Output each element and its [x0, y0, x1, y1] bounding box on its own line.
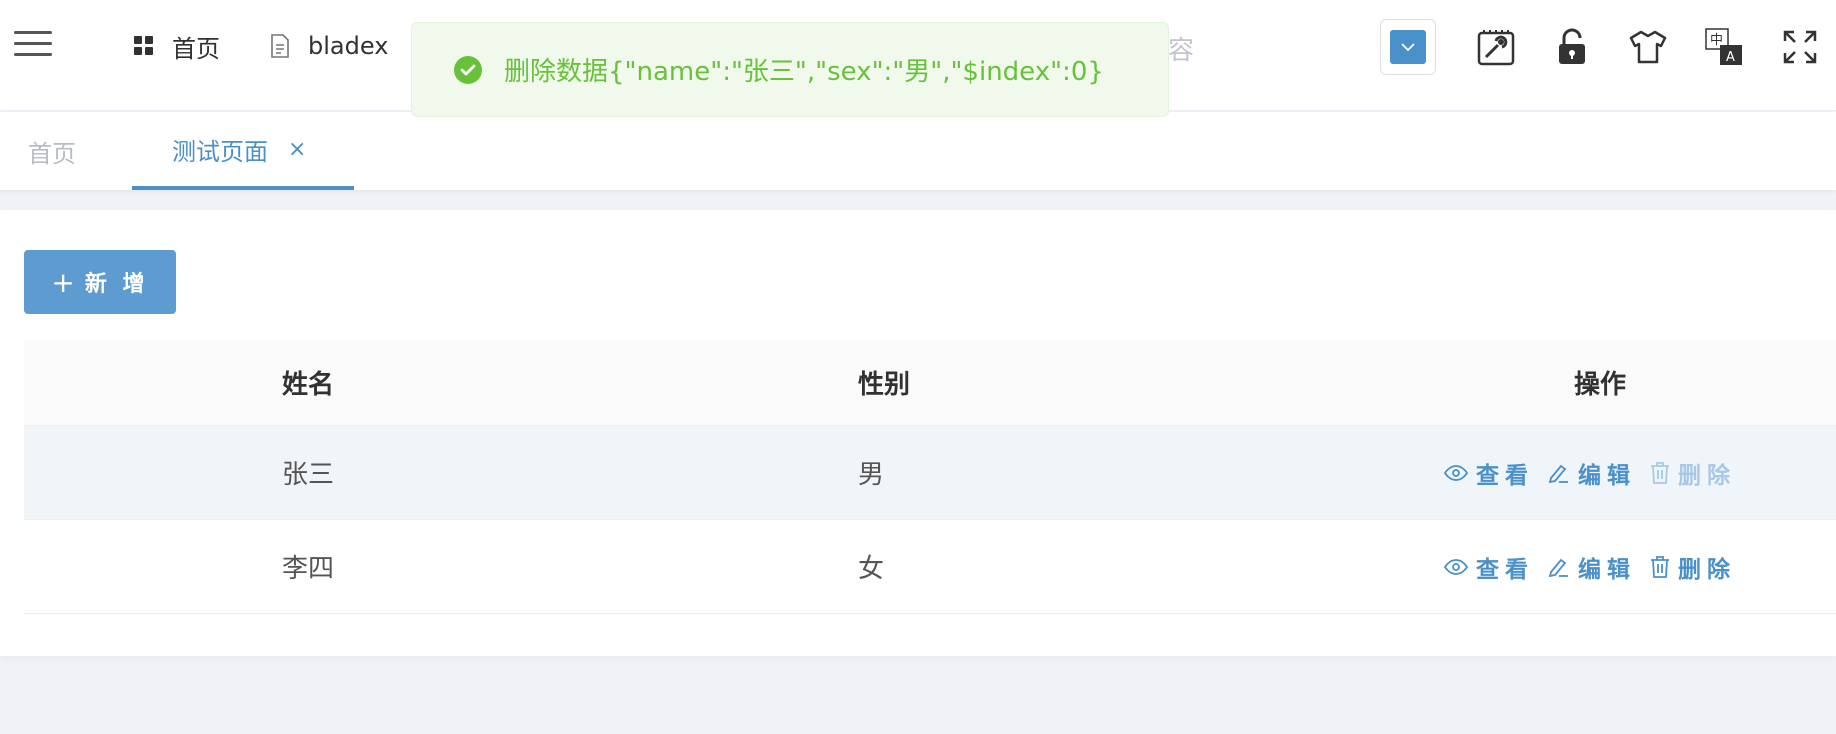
data-table: 姓名 性别 操作 张三 男 查看 编辑 删除 李四 女 查看 编辑 删除	[24, 340, 1836, 614]
lock-icon[interactable]	[1550, 25, 1594, 69]
grid-icon	[134, 36, 154, 56]
chevron-down-icon	[1401, 43, 1415, 52]
cell-name: 张三	[282, 460, 335, 490]
delete-button[interactable]: 删除	[1650, 456, 1736, 490]
delete-label: 删除	[1678, 462, 1736, 489]
close-icon[interactable]: ×	[288, 137, 306, 162]
top-menu-item-bladex[interactable]: bladex	[270, 32, 388, 60]
document-icon	[270, 34, 290, 58]
theme-color-picker[interactable]	[1380, 19, 1436, 75]
row-actions: 查看 编辑 删除	[1444, 426, 1750, 519]
trash-icon	[1650, 555, 1670, 578]
column-header-name: 姓名	[282, 370, 335, 400]
delete-label: 删除	[1678, 556, 1736, 583]
cell-sex: 女	[858, 554, 885, 584]
svg-text:A: A	[1726, 50, 1735, 65]
table-row: 李四 女 查看 编辑 删除	[24, 520, 1836, 614]
success-message-toast: 删除数据{"name":"张三","sex":"男","$index":0}	[411, 22, 1169, 117]
check-circle-icon	[454, 55, 482, 84]
trash-icon	[1650, 461, 1670, 484]
top-menu-label: bladex	[308, 32, 389, 60]
view-label: 查看	[1476, 462, 1534, 489]
content-card: + 新 增 姓名 性别 操作 张三 男 查看 编辑 删除 李四 女 查看 编辑 …	[0, 210, 1836, 656]
add-button[interactable]: + 新 增	[24, 250, 176, 314]
cell-name: 李四	[282, 554, 335, 584]
column-header-sex: 性别	[858, 370, 911, 400]
toast-message: 删除数据{"name":"张三","sex":"男","$index":0}	[504, 57, 1104, 87]
theme-shirt-icon[interactable]	[1626, 25, 1670, 69]
tab-label: 测试页面	[172, 137, 268, 166]
top-menu-label: 首页	[172, 34, 220, 63]
top-menu: 首页 bladex	[134, 24, 438, 68]
eye-icon	[1444, 464, 1468, 481]
lock-screen-icon[interactable]	[1474, 25, 1518, 69]
tab-label: 首页	[28, 139, 76, 168]
add-button-label: 新 增	[84, 272, 149, 297]
table-header: 姓名 性别 操作	[24, 340, 1836, 426]
edit-button[interactable]: 编辑	[1548, 456, 1636, 490]
pencil-icon	[1548, 462, 1570, 484]
tab-test-page[interactable]: 测试页面 ×	[132, 112, 354, 190]
page-tabs: 首页 测试页面 ×	[0, 112, 1836, 190]
cell-sex: 男	[858, 460, 885, 490]
edit-label: 编辑	[1578, 556, 1636, 583]
hamburger-menu-icon[interactable]	[14, 31, 52, 59]
fullscreen-icon[interactable]	[1778, 25, 1822, 69]
row-actions: 查看 编辑 删除	[1444, 520, 1750, 613]
plus-icon: +	[51, 265, 75, 299]
view-button[interactable]: 查看	[1444, 456, 1534, 490]
view-label: 查看	[1476, 556, 1534, 583]
edit-button[interactable]: 编辑	[1548, 550, 1636, 584]
tab-home[interactable]: 首页	[28, 112, 76, 190]
language-icon[interactable]: 中A	[1702, 25, 1746, 69]
color-swatch	[1390, 30, 1426, 64]
view-button[interactable]: 查看	[1444, 550, 1534, 584]
edit-label: 编辑	[1578, 462, 1636, 489]
pencil-icon	[1548, 556, 1570, 578]
eye-icon	[1444, 558, 1468, 575]
delete-button[interactable]: 删除	[1650, 550, 1736, 584]
header-toolbar: 中A	[1380, 18, 1836, 76]
table-row: 张三 男 查看 编辑 删除	[24, 426, 1836, 520]
top-menu-overflow-text: 容	[1168, 36, 1195, 66]
top-menu-item-home[interactable]: 首页	[134, 29, 220, 64]
column-header-actions: 操作	[1574, 370, 1627, 400]
